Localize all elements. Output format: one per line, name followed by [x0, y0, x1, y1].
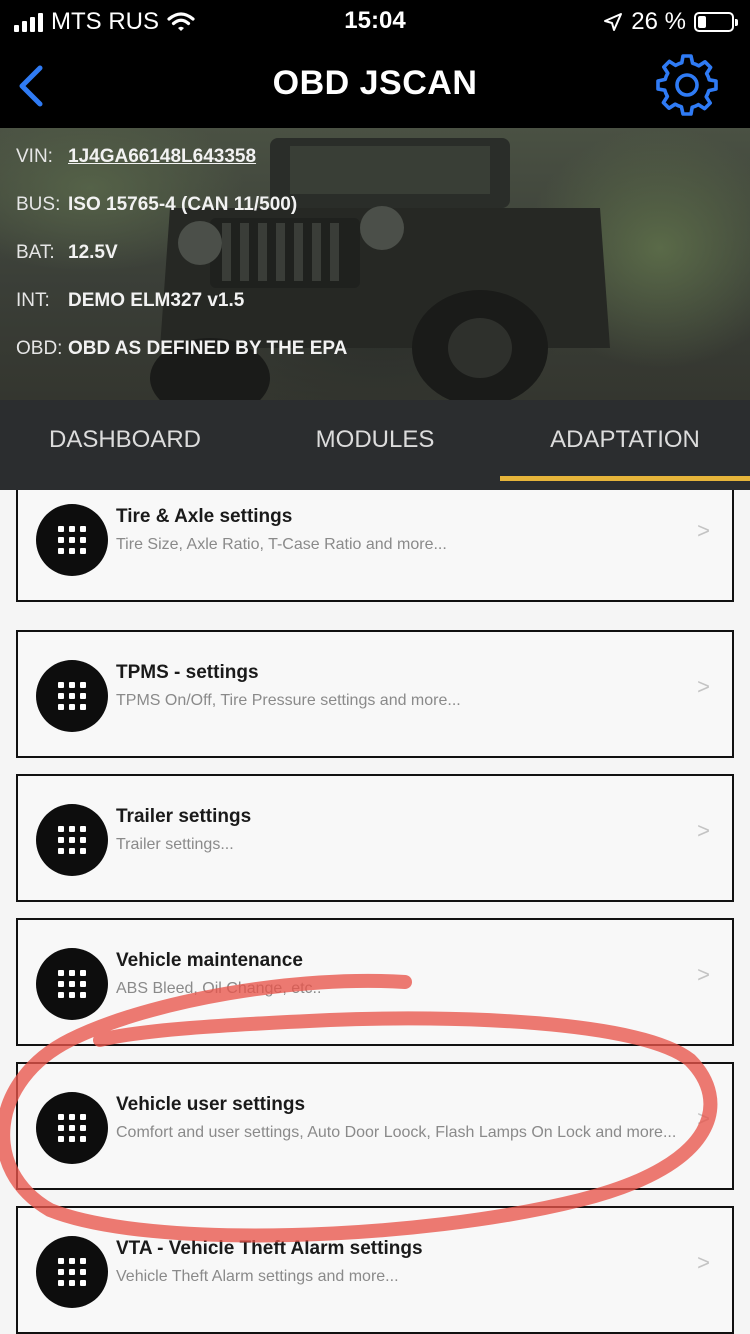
- status-bar: MTS RUS 15:04 26 %: [0, 0, 750, 42]
- page-title: OBD JSCAN: [272, 64, 478, 102]
- tab-dashboard[interactable]: DASHBOARD: [0, 400, 250, 490]
- list-item-subtitle: TPMS On/Off, Tire Pressure settings and …: [116, 692, 461, 709]
- list-item-maintenance[interactable]: Vehicle maintenance ABS Bleed, Oil Chang…: [16, 918, 734, 1046]
- battery-row: BAT: 12.5V: [16, 242, 118, 264]
- grid-icon: [36, 504, 108, 576]
- location-arrow-icon: [604, 13, 623, 31]
- chevron-right-icon: >: [697, 1250, 710, 1275]
- adaptation-list: Tire & Axle settings Tire Size, Axle Rat…: [0, 490, 750, 1334]
- list-item-subtitle: Tire Size, Axle Ratio, T-Case Ratio and …: [116, 536, 447, 553]
- list-item-tpms[interactable]: TPMS - settings TPMS On/Off, Tire Pressu…: [16, 630, 734, 758]
- bus-label: BUS:: [16, 194, 61, 215]
- nav-bar: OBD JSCAN: [0, 42, 750, 128]
- list-item-trailer[interactable]: Trailer settings Trailer settings... >: [16, 774, 734, 902]
- obd-value: OBD AS DEFINED BY THE EPA: [68, 338, 348, 359]
- list-item-title: Tire & Axle settings: [116, 506, 293, 527]
- obd-row: OBD: OBD AS DEFINED BY THE EPA: [16, 338, 347, 360]
- chevron-right-icon: >: [697, 962, 710, 987]
- vin-value[interactable]: 1J4GA66148L643358: [68, 146, 256, 168]
- list-item-title: Vehicle user settings: [116, 1094, 306, 1115]
- obd-label: OBD:: [16, 338, 63, 359]
- bat-value: 12.5V: [68, 242, 118, 263]
- list-item-tire-axle[interactable]: Tire & Axle settings Tire Size, Axle Rat…: [16, 490, 734, 602]
- list-item-title: TPMS - settings: [116, 662, 259, 683]
- battery-icon: [694, 12, 738, 32]
- grid-icon: [36, 948, 108, 1020]
- list-item-vta[interactable]: VTA - Vehicle Theft Alarm settings Vehic…: [16, 1206, 734, 1334]
- chevron-right-icon: >: [697, 518, 710, 543]
- interface-row: INT: DEMO ELM327 v1.5: [16, 290, 244, 312]
- list-item-subtitle: ABS Bleed, Oil Change, etc..: [116, 980, 322, 997]
- bat-label: BAT:: [16, 242, 55, 263]
- chevron-right-icon: >: [697, 674, 710, 699]
- vehicle-info-panel: VIN: 1J4GA66148L643358 BUS: ISO 15765-4 …: [0, 128, 750, 400]
- battery-percent: 26 %: [631, 8, 686, 35]
- status-right: 26 %: [603, 8, 738, 36]
- int-label: INT:: [16, 290, 50, 311]
- chevron-right-icon: >: [697, 1106, 710, 1131]
- list-item-user-settings[interactable]: Vehicle user settings Comfort and user s…: [16, 1062, 734, 1190]
- battery-level: [698, 16, 707, 28]
- tab-adaptation[interactable]: ADAPTATION: [500, 400, 750, 490]
- list-item-subtitle: Vehicle Theft Alarm settings and more...: [116, 1268, 399, 1285]
- vin-row: VIN: 1J4GA66148L643358: [16, 146, 256, 168]
- grid-icon: [36, 1092, 108, 1164]
- tab-modules[interactable]: MODULES: [250, 400, 500, 490]
- vin-label: VIN:: [16, 146, 53, 167]
- bus-value: ISO 15765-4 (CAN 11/500): [68, 194, 298, 215]
- list-item-title: VTA - Vehicle Theft Alarm settings: [116, 1238, 423, 1259]
- chevron-right-icon: >: [697, 818, 710, 843]
- grid-icon: [36, 1236, 108, 1308]
- list-item-subtitle: Comfort and user settings, Auto Door Loo…: [116, 1124, 676, 1141]
- tab-bar: DASHBOARD MODULES ADAPTATION: [0, 400, 750, 490]
- list-item-title: Trailer settings: [116, 806, 252, 827]
- bus-row: BUS: ISO 15765-4 (CAN 11/500): [16, 194, 297, 216]
- settings-button[interactable]: [654, 52, 720, 118]
- grid-icon: [36, 660, 108, 732]
- grid-icon: [36, 804, 108, 876]
- int-value: DEMO ELM327 v1.5: [68, 290, 245, 311]
- vehicle-photo: [150, 138, 610, 400]
- list-item-subtitle: Trailer settings...: [116, 836, 234, 853]
- gear-icon: [656, 54, 718, 116]
- list-item-title: Vehicle maintenance: [116, 950, 303, 971]
